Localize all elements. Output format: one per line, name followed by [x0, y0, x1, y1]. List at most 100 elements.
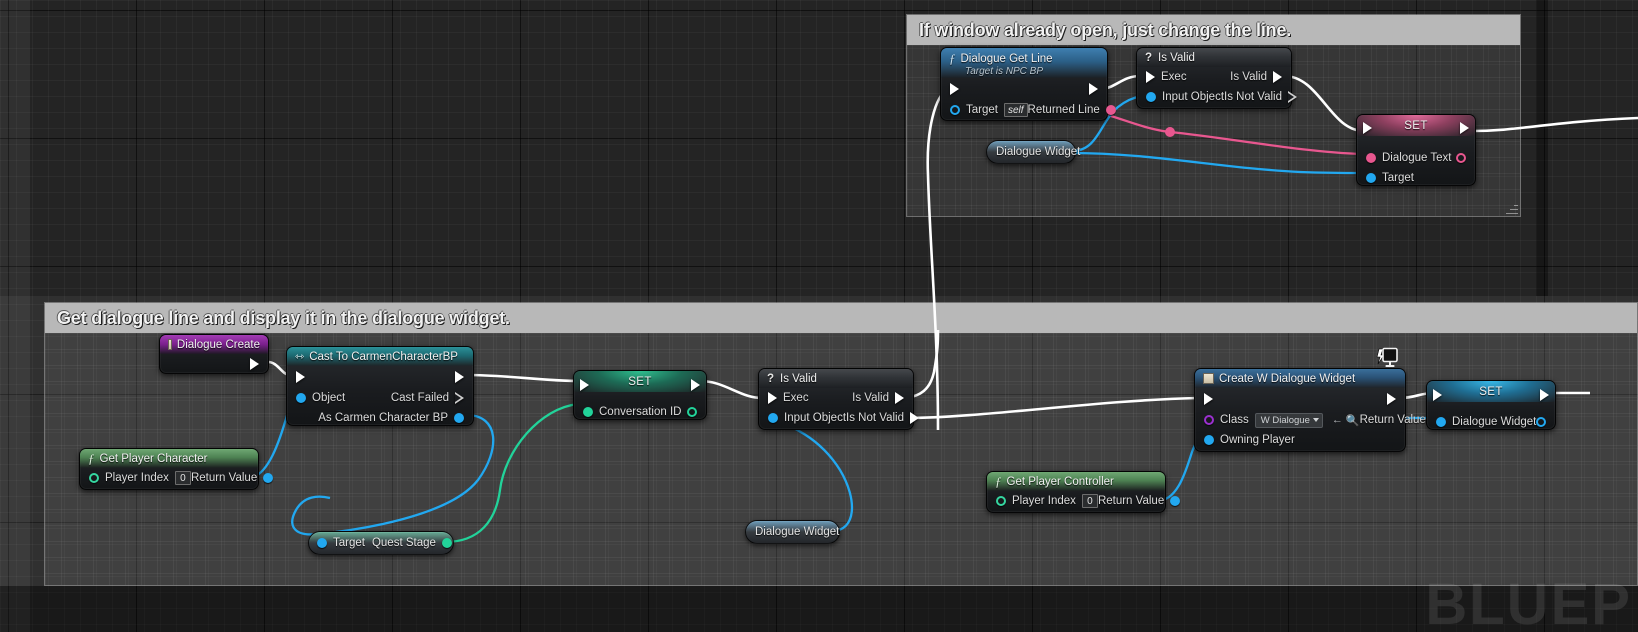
exec-out-pin[interactable]	[691, 379, 700, 391]
pin-row-exec[interactable]: Exec Is Valid	[759, 388, 913, 408]
pin-row-dialogue-widget[interactable]: Dialogue Widget	[1427, 412, 1555, 432]
node-dialogue-create[interactable]: Dialogue Create	[159, 334, 269, 374]
target-pin[interactable]	[950, 105, 960, 115]
return-value-pin[interactable]	[1170, 496, 1181, 506]
node-header-dialogue-create: Dialogue Create	[160, 335, 268, 354]
exec-in-pin[interactable]	[768, 392, 777, 404]
is-not-valid-label: Is Not Valid	[846, 412, 904, 424]
is-valid-exec-pin[interactable]	[895, 392, 904, 404]
getter-dialogue-widget-bottom[interactable]: Dialogue Widget	[745, 520, 840, 544]
exec-in-pin[interactable]	[580, 379, 589, 391]
getter-dialogue-widget-top[interactable]: Dialogue Widget	[986, 140, 1080, 164]
pin-row-object[interactable]: Object Cast Failed	[287, 388, 473, 408]
node-title: SET	[1404, 119, 1428, 132]
browse-icon[interactable]: 🔍	[1346, 414, 1360, 427]
exec-out-pin[interactable]	[1387, 393, 1396, 405]
pin-row-conversation-id[interactable]: Conversation ID	[574, 402, 706, 422]
pin-row-target[interactable]: Target	[1357, 168, 1475, 188]
owning-player-pin[interactable]	[1204, 435, 1214, 445]
target-value[interactable]: self	[1003, 103, 1028, 117]
player-index-pin[interactable]	[996, 496, 1006, 506]
is-valid-exec-pin[interactable]	[1273, 71, 1282, 83]
getter-quest-stage[interactable]: Target Quest Stage	[308, 531, 454, 555]
pin-row-exec[interactable]: Exec Is Valid	[1137, 67, 1291, 87]
exec-out-pin[interactable]	[1089, 83, 1098, 95]
node-body: Dialogue Widget	[1427, 389, 1555, 432]
target-label: Target	[333, 537, 365, 549]
node-get-player-character[interactable]: ƒ Get Player Character Player Index 0 Re…	[79, 448, 274, 490]
node-body: Player Index 0 Return Value	[80, 468, 274, 488]
node-set-dialogue-widget[interactable]: SET Dialogue Widget	[1426, 380, 1556, 430]
blueprint-graph-canvas[interactable]: If window already open, just change the …	[0, 0, 1638, 632]
pin-row-input-object[interactable]: Input Object Is Not Valid	[759, 408, 919, 428]
comment-resize-grip-top[interactable]	[1506, 202, 1518, 214]
node-set-conversation-id[interactable]: SET Conversation ID	[573, 370, 707, 420]
node-create-w-dialogue-widget[interactable]: Create W Dialogue Widget Class W Dialogu…	[1194, 347, 1442, 452]
pin-row-class[interactable]: Class W Dialogue ← 🔍 Return Value	[1195, 410, 1442, 430]
target-pin[interactable]	[1366, 173, 1376, 183]
node-header-get-player-controller: ƒ Get Player Controller	[987, 472, 1165, 491]
conversation-id-pin[interactable]	[583, 407, 593, 417]
dialogue-widget-pin[interactable]	[1436, 417, 1446, 427]
node-header-set-dialogue-widget: SET	[1427, 381, 1555, 402]
node-header-is-valid-top: ? Is Valid	[1137, 48, 1291, 67]
node-is-valid-bottom[interactable]: ? Is Valid Exec Is Valid Input Object Is…	[758, 368, 919, 430]
pin-row-dialogue-text[interactable]: Dialogue Text	[1357, 148, 1475, 168]
input-object-label: Input Object	[784, 412, 847, 424]
class-dropdown[interactable]: W Dialogue	[1254, 412, 1323, 428]
pin-row-player-index[interactable]: Player Index 0 Return Value	[80, 468, 274, 488]
node-title: Cast To CarmenCharacterBP	[309, 350, 458, 363]
return-value-pin[interactable]	[263, 473, 274, 483]
pin-row-input-object[interactable]: Input Object Is Not Valid	[1137, 87, 1297, 107]
as-carmen-pin[interactable]	[454, 413, 464, 423]
input-object-pin[interactable]	[1146, 92, 1156, 102]
player-index-pin[interactable]	[89, 473, 99, 483]
node-get-player-controller[interactable]: ƒ Get Player Controller Player Index 0 R…	[986, 471, 1181, 513]
exec-in-pin[interactable]	[950, 83, 959, 95]
exec-out-pin[interactable]	[1540, 389, 1549, 401]
class-pin[interactable]	[1204, 415, 1214, 425]
conversation-id-output-pin[interactable]	[687, 407, 697, 417]
quest-stage-pin[interactable]	[441, 538, 452, 548]
node-dialogue-get-line[interactable]: ƒ Dialogue Get Line Target is NPC BP Tar…	[940, 47, 1116, 121]
cast-failed-exec-pin[interactable]	[455, 392, 464, 404]
exec-in-pin[interactable]	[1433, 389, 1442, 401]
use-selected-icon[interactable]: ←	[1332, 414, 1343, 426]
node-set-dialogue-text[interactable]: SET Dialogue Text Target	[1356, 114, 1476, 186]
exec-in-pin[interactable]	[296, 371, 305, 383]
pin-row-as-carmen[interactable]: As Carmen Character BP	[287, 408, 473, 428]
chevron-down-icon[interactable]	[1312, 418, 1319, 422]
object-label: Object	[312, 392, 346, 404]
is-not-valid-exec-pin[interactable]	[909, 412, 919, 424]
node-is-valid-top[interactable]: ? Is Valid Exec Is Valid Input Object Is…	[1136, 47, 1297, 109]
node-header-dialogue-get-line: ƒ Dialogue Get Line Target is NPC BP	[941, 48, 1107, 78]
pin-row-exec[interactable]	[160, 354, 268, 374]
node-cast-to-carmen-character-bp[interactable]: ⇿ Cast To CarmenCharacterBP Object Cast …	[286, 346, 474, 426]
class-browse-icons[interactable]: ← 🔍	[1332, 414, 1360, 427]
player-index-value[interactable]: 0	[1081, 494, 1098, 508]
exec-in-pin[interactable]	[1146, 71, 1155, 83]
object-pin[interactable]	[296, 393, 306, 403]
target-pin[interactable]	[317, 538, 327, 548]
dialogue-widget-output-pin[interactable]	[1536, 417, 1547, 427]
pin-row-exec[interactable]	[287, 366, 473, 388]
pin-row-owning-player[interactable]: Owning Player	[1195, 430, 1405, 450]
pin-row-player-index[interactable]: Player Index 0 Return Value	[987, 491, 1181, 511]
dialogue-text-output-pin[interactable]	[1456, 153, 1466, 163]
variable-label: Dialogue Widget	[755, 526, 840, 538]
player-index-value[interactable]: 0	[174, 471, 191, 485]
node-body: Player Index 0 Return Value	[987, 491, 1181, 511]
is-not-valid-exec-pin[interactable]	[1287, 91, 1297, 103]
input-object-pin[interactable]	[768, 413, 778, 423]
exec-out-pin[interactable]	[1460, 122, 1469, 134]
returned-line-pin[interactable]	[1105, 105, 1116, 115]
pin-row-exec[interactable]	[1195, 388, 1405, 410]
exec-out-pin[interactable]	[250, 358, 259, 370]
pin-row-target[interactable]: Target self Returned Line	[941, 100, 1116, 120]
exec-out-pin[interactable]	[455, 371, 464, 383]
function-icon: ƒ	[949, 51, 956, 66]
exec-in-pin[interactable]	[1204, 393, 1213, 405]
dialogue-text-pin[interactable]	[1366, 153, 1376, 163]
exec-in-pin[interactable]	[1363, 122, 1372, 134]
pin-row-exec[interactable]	[941, 78, 1107, 100]
